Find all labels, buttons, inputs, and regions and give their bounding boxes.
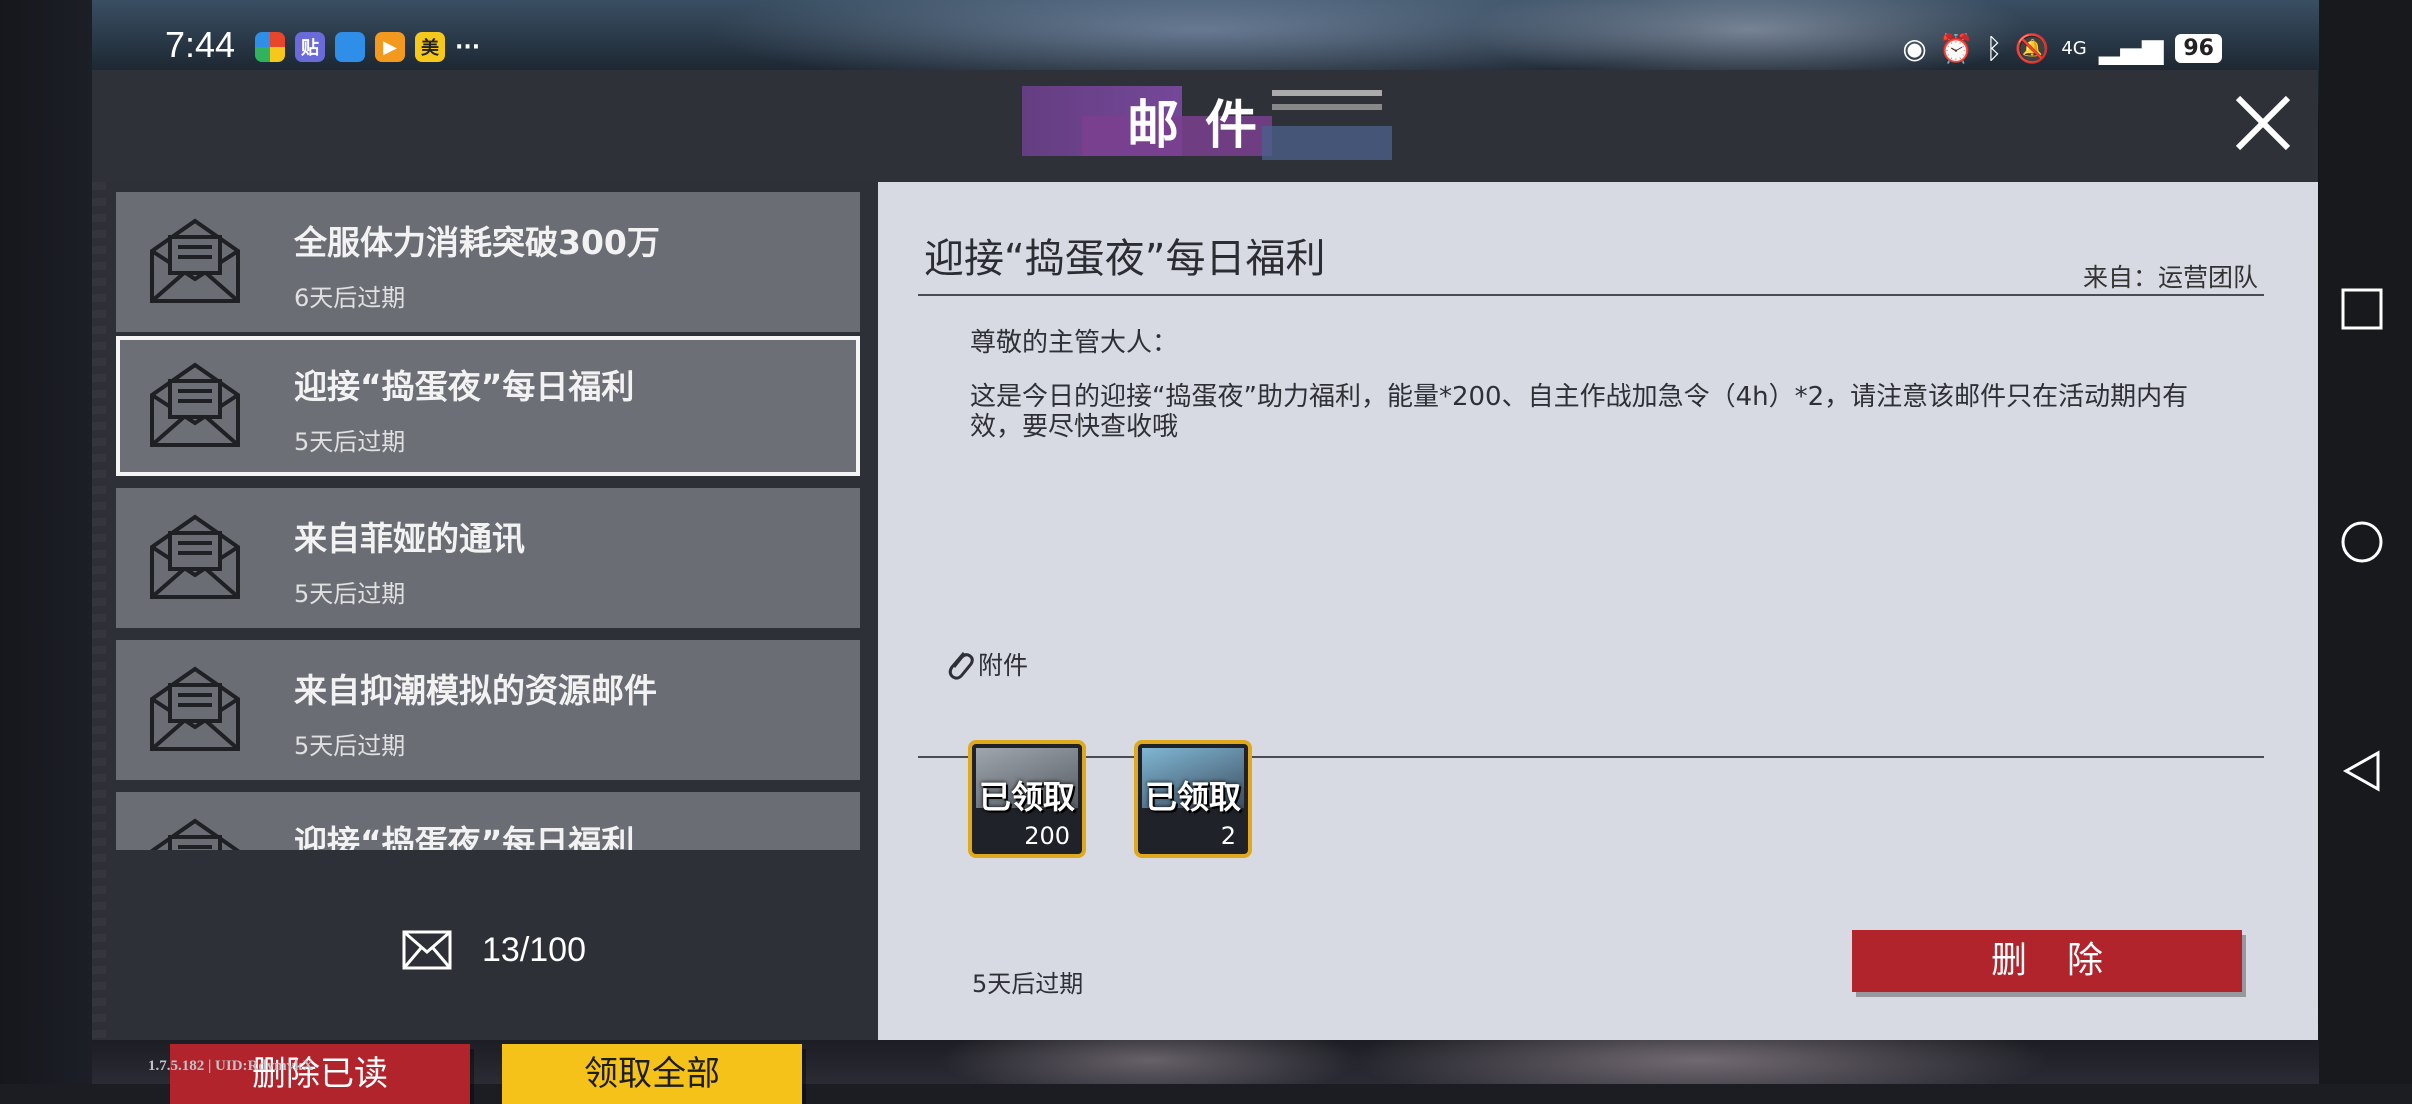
mail-sender: 来自：运营团队 (2082, 263, 2258, 292)
mail-list-item[interactable]: 来自菲娅的通讯 5天后过期 (116, 488, 860, 628)
signal-icon: ▂▄▆ (2098, 32, 2164, 65)
mail-body: 这是今日的迎接“捣蛋夜”助力福利，能量*200、自主作战加急令（4h）*2，请注… (970, 382, 2189, 442)
system-icons: ◉ ⏰ ᛒ 🔕 4G ▂▄▆ 96 (1902, 32, 2222, 65)
mail-list-item-selected[interactable]: 迎接“捣蛋夜”每日福利 5天后过期 (116, 336, 860, 476)
mail-count-text: 13/100 (482, 930, 586, 969)
close-icon (2235, 95, 2291, 151)
envelope-icon (150, 666, 240, 751)
circle-icon (2341, 521, 2383, 563)
mute-icon: 🔕 (2014, 32, 2050, 65)
mail-list-item[interactable]: 来自抑潮模拟的资源邮件 5天后过期 (116, 640, 860, 780)
attachment-status: 已领取 (1144, 778, 1241, 816)
meituan-app-icon: 美 (415, 32, 445, 62)
weather-app-icon (335, 32, 365, 62)
attachment-item[interactable]: 已领取 200 (968, 740, 1086, 858)
eye-icon: ◉ (1902, 32, 1927, 65)
battery-indicator: 96 (2175, 34, 2222, 63)
left-edge (0, 0, 92, 1084)
mail-expiry-detail: 5天后过期 (972, 970, 1084, 998)
mail-greeting: 尊敬的主管大人： (970, 328, 1179, 358)
triangle-back-icon (2342, 750, 2380, 792)
tieba-app-icon: 贴 (295, 32, 325, 62)
app-notification-icon (255, 32, 285, 62)
attachment-quantity: 200 (1024, 822, 1070, 850)
mail-expiry: 6天后过期 (294, 284, 406, 312)
title-divider (918, 294, 2264, 296)
mail-list[interactable]: 全服体力消耗突破300万 6天后过期 迎接“捣蛋夜”每日福利 5天后过期 来自菲… (116, 192, 868, 850)
attachment-status: 已领取 (978, 778, 1075, 816)
mail-window: 邮件 全服体力消耗突破300万 6天后过期 迎接“捣蛋夜”每日福利 5天后过期 … (92, 70, 2318, 1104)
paperclip-icon (948, 652, 974, 680)
attachments-label: 附件 (978, 651, 1029, 680)
list-scroll-track[interactable] (92, 182, 106, 1040)
square-icon (2341, 288, 2383, 330)
status-time: 7:44 (165, 24, 236, 65)
network-label: 4G (2061, 38, 2087, 59)
mail-list-item[interactable]: 全服体力消耗突破300万 6天后过期 (116, 192, 860, 332)
back-button[interactable] (2340, 749, 2384, 793)
mail-subject: 来自抑潮模拟的资源邮件 (294, 671, 657, 710)
window-title: 邮件 (1126, 95, 1283, 156)
mail-expiry: 5天后过期 (294, 732, 406, 760)
close-button[interactable] (2228, 88, 2298, 158)
bluetooth-icon: ᛒ (1985, 32, 2003, 65)
title-bar: 邮件 (92, 70, 2318, 182)
mail-count: 13/100 (402, 930, 586, 970)
mail-icon (402, 930, 452, 970)
attachment-quantity: 2 (1220, 822, 1236, 850)
mail-subject: 迎接“捣蛋夜”每日福利 (294, 367, 635, 406)
mail-list-item[interactable]: 迎接“捣蛋夜”每日福利 (116, 792, 860, 850)
mail-subject: 来自菲娅的通讯 (294, 519, 525, 558)
mail-detail-panel: 迎接“捣蛋夜”每日福利 来自：运营团队 尊敬的主管大人： 这是今日的迎接“捣蛋夜… (878, 182, 2318, 1040)
delete-button[interactable]: 删除 (1852, 930, 2242, 992)
envelope-icon (150, 218, 240, 303)
version-label: 1.7.5.182 | UID:RdvmvkX (148, 1058, 314, 1074)
mail-subject: 迎接“捣蛋夜”每日福利 (294, 823, 635, 850)
status-bar: 7:44 贴 ▶ 美 ··· ◉ ⏰ ᛒ 🔕 4G ▂▄▆ 96 (165, 20, 2222, 76)
notification-icons: 贴 ▶ 美 ··· (255, 32, 480, 62)
envelope-icon (150, 362, 240, 447)
video-app-icon: ▶ (375, 32, 405, 62)
claim-all-button[interactable]: 领取全部 (502, 1044, 802, 1104)
mail-subject: 全服体力消耗突破300万 (294, 223, 660, 262)
envelope-icon (150, 514, 240, 599)
envelope-icon (150, 818, 240, 850)
attachment-item[interactable]: 已领取 2 (1134, 740, 1252, 858)
mail-expiry: 5天后过期 (294, 580, 406, 608)
attachments-header: 附件 (944, 646, 1028, 682)
recents-button[interactable] (2340, 287, 2384, 331)
home-button[interactable] (2340, 520, 2384, 564)
attachments-divider (918, 756, 2264, 758)
alarm-icon: ⏰ (1938, 32, 1974, 65)
mail-expiry: 5天后过期 (294, 428, 406, 456)
mail-list-panel: 全服体力消耗突破300万 6天后过期 迎接“捣蛋夜”每日福利 5天后过期 来自菲… (92, 182, 878, 1104)
more-notifications-icon: ··· (455, 34, 481, 60)
mail-title: 迎接“捣蛋夜”每日福利 (924, 236, 1326, 282)
